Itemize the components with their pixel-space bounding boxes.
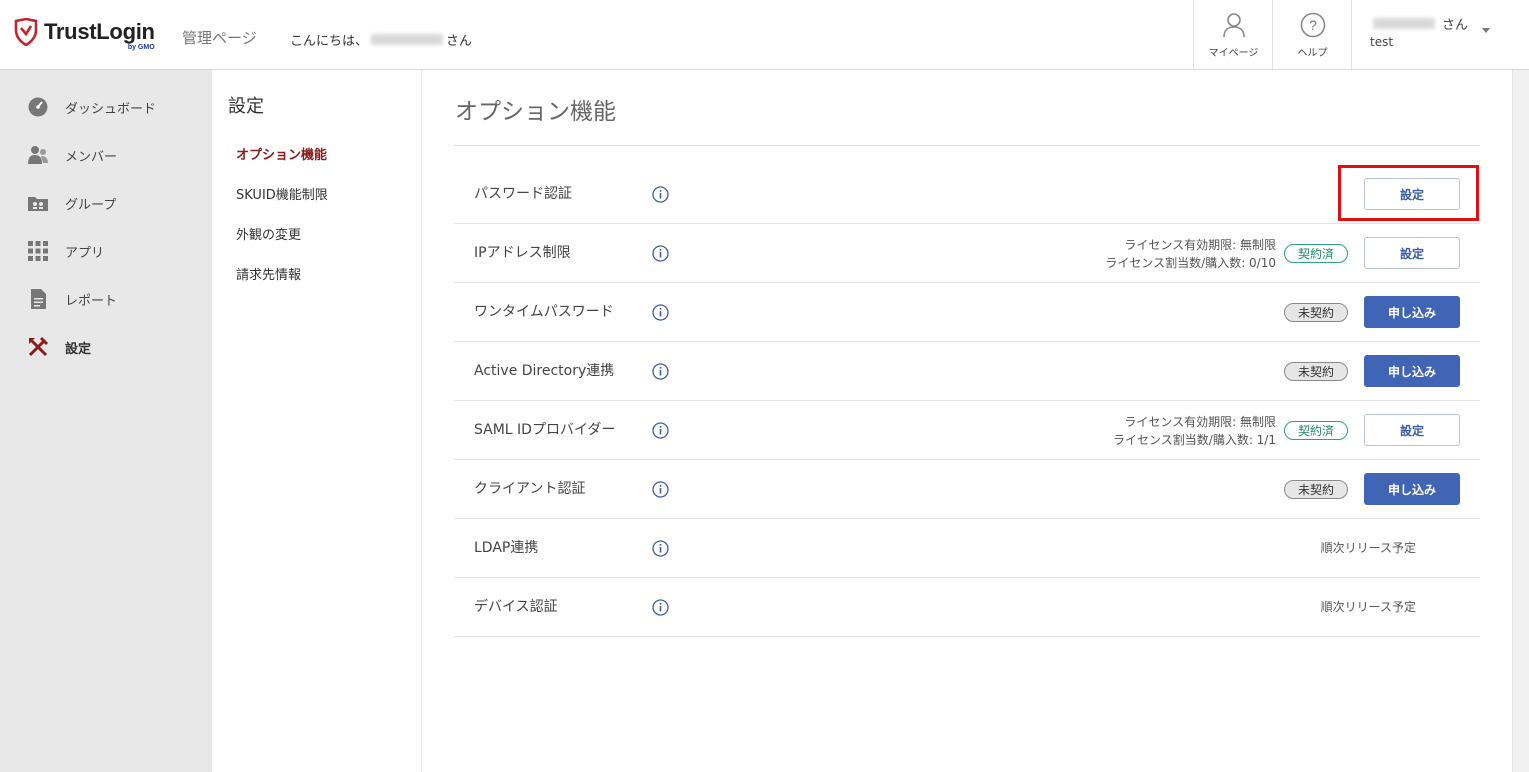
settings-button[interactable]: 設定 (1364, 414, 1460, 446)
greeting-prefix: こんにちは、 (290, 34, 369, 49)
apply-button[interactable]: 申し込み (1364, 296, 1460, 328)
license-count: ライセンス割当数/購入数: 1/1 (1113, 433, 1276, 447)
sidebar-item-report[interactable]: レポート (0, 279, 212, 319)
help-label: ヘルプ (1297, 48, 1328, 59)
subnav-item-options[interactable]: オプション機能 (236, 144, 327, 163)
release-status: 順次リリース予定 (1320, 600, 1416, 614)
license-expiry: ライセンス有効期限: 無制限 (1124, 415, 1276, 429)
sidebar-item-label: 設定 (65, 341, 92, 357)
settings-button[interactable]: 設定 (1364, 178, 1460, 210)
user-suffix: さん (1442, 18, 1469, 33)
option-row-saml-idp: SAML IDプロバイダー ライセンス有効期限: 無制限 ライセンス割当数/購入… (454, 401, 1480, 460)
user-name: さん (1370, 14, 1468, 33)
info-icon[interactable] (652, 363, 669, 380)
info-icon[interactable] (652, 481, 669, 498)
settings-subnav: 設定 オプション機能 SKUID機能制限 外観の変更 請求先情報 (212, 70, 422, 772)
info-icon[interactable] (652, 186, 669, 203)
status-badge: 未契約 (1284, 362, 1348, 381)
option-name: パスワード認証 (474, 186, 572, 202)
sidebar-item-label: アプリ (65, 245, 105, 261)
option-row-otp: ワンタイムパスワード 未契約 申し込み (454, 283, 1480, 342)
status-badge: 未契約 (1284, 480, 1348, 499)
blurred-username (371, 34, 444, 45)
mypage-button[interactable]: マイページ (1193, 0, 1273, 70)
option-row-ip-restriction: IPアドレス制限 ライセンス有効期限: 無制限 ライセンス割当数/購入数: 0/… (454, 224, 1480, 283)
sidebar-item-dashboard[interactable]: ダッシュボード (0, 87, 212, 127)
info-icon[interactable] (652, 422, 669, 439)
main-content: オプション機能 パスワード認証 設定 IPアドレス制限 ライセンス有効期限: 無… (422, 70, 1512, 772)
svg-text:?: ? (1309, 17, 1317, 33)
option-name: クライアント認証 (474, 481, 586, 497)
info-icon[interactable] (652, 599, 669, 616)
sidebar: ダッシュボード メンバー グループ アプリ レポート 設定 (0, 70, 212, 772)
option-row-device-auth: デバイス認証 順次リリース予定 (454, 578, 1480, 637)
status-badge: 未契約 (1284, 303, 1348, 322)
license-count: ライセンス割当数/購入数: 0/10 (1105, 256, 1276, 270)
option-row-client-auth: クライアント認証 未契約 申し込み (454, 460, 1480, 519)
apply-button[interactable]: 申し込み (1364, 473, 1460, 505)
user-menu[interactable]: さん test (1351, 0, 1529, 70)
subnav-item-skuid-restrictions[interactable]: SKUID機能制限 (236, 184, 328, 203)
sidebar-item-label: ダッシュボード (65, 101, 157, 117)
sidebar-item-group[interactable]: グループ (0, 183, 212, 223)
status-badge: 契約済 (1284, 244, 1348, 263)
subnav-item-appearance[interactable]: 外観の変更 (236, 224, 301, 243)
help-icon: ? (1300, 12, 1325, 38)
logo-gmo-text: by GMO (127, 44, 155, 51)
blurred-user-name (1373, 18, 1435, 29)
apps-icon (27, 240, 49, 262)
info-icon[interactable] (652, 304, 669, 321)
sidebar-item-label: メンバー (65, 149, 118, 165)
user-org: test (1370, 35, 1394, 49)
sidebar-item-label: グループ (65, 197, 117, 213)
page-title: オプション機能 (455, 99, 616, 125)
logo-wordmark: TrustLogin by GMO (44, 19, 155, 51)
settings-tools-icon (27, 336, 49, 358)
shield-logo-icon (14, 17, 38, 47)
option-name: Active Directory連携 (474, 363, 615, 379)
license-expiry: ライセンス有効期限: 無制限 (1124, 238, 1276, 252)
chevron-down-icon (1482, 28, 1490, 33)
person-icon (1222, 13, 1245, 38)
option-name: LDAP連携 (474, 540, 539, 556)
sidebar-item-label: レポート (65, 293, 118, 309)
admin-page-label: 管理ページ (182, 29, 257, 47)
info-icon[interactable] (652, 540, 669, 557)
report-icon (27, 288, 49, 310)
settings-button[interactable]: 設定 (1364, 237, 1460, 269)
sidebar-item-settings[interactable]: 設定 (0, 327, 212, 367)
title-divider (454, 145, 1480, 146)
option-row-password-auth: パスワード認証 設定 (454, 165, 1480, 224)
option-name: ワンタイムパスワード (474, 304, 614, 320)
status-badge: 契約済 (1284, 421, 1348, 440)
vertical-scrollbar[interactable] (1512, 70, 1529, 772)
help-button[interactable]: ? ヘルプ (1272, 0, 1352, 70)
top-header: TrustLogin by GMO 管理ページ こんにちは、 さん マイページ … (0, 0, 1529, 70)
mypage-label: マイページ (1208, 48, 1259, 59)
trustlogin-logo[interactable]: TrustLogin by GMO (14, 17, 155, 51)
sidebar-item-apps[interactable]: アプリ (0, 231, 212, 271)
option-row-ldap: LDAP連携 順次リリース予定 (454, 519, 1480, 578)
dashboard-icon (27, 96, 49, 118)
apply-button[interactable]: 申し込み (1364, 355, 1460, 387)
release-status: 順次リリース予定 (1320, 541, 1416, 555)
subnav-title: 設定 (228, 96, 264, 117)
info-icon[interactable] (652, 245, 669, 262)
greeting-suffix: さん (446, 34, 473, 49)
license-info: ライセンス有効期限: 無制限 ライセンス割当数/購入数: 1/1 (1113, 413, 1276, 449)
sidebar-item-members[interactable]: メンバー (0, 135, 212, 175)
greeting: こんにちは、 さん (290, 30, 472, 49)
group-icon (27, 192, 49, 214)
subnav-item-billing[interactable]: 請求先情報 (236, 264, 301, 283)
option-name: SAML IDプロバイダー (474, 422, 616, 438)
option-name: デバイス認証 (474, 599, 558, 615)
option-name: IPアドレス制限 (474, 245, 571, 261)
license-info: ライセンス有効期限: 無制限 ライセンス割当数/購入数: 0/10 (1105, 236, 1276, 272)
logo-text: TrustLogin (44, 19, 155, 44)
members-icon (27, 144, 49, 166)
option-row-active-directory: Active Directory連携 未契約 申し込み (454, 342, 1480, 401)
